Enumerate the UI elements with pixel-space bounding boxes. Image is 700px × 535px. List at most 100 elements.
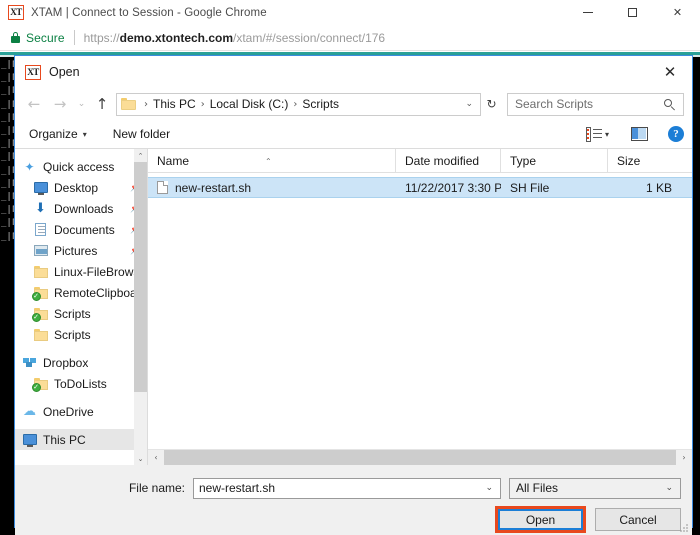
column-header-type[interactable]: Type	[501, 148, 608, 173]
sidebar-item-label: Linux-FileBrowse	[54, 264, 147, 279]
sidebar-item-label: Pictures	[54, 243, 98, 258]
dialog-navigation-bar: ← → ⌄ ↑ › This PC › Local Disk (C:) › Sc…	[15, 88, 692, 120]
hscroll-left-arrow-icon[interactable]: ‹	[148, 453, 164, 462]
sidebar-scroll-down-arrow-icon[interactable]: ⌄	[134, 452, 147, 465]
address-chevron-down-icon[interactable]: ⌄	[465, 99, 473, 109]
column-header-name-label: Name	[157, 153, 190, 168]
forward-arrow-icon[interactable]: →	[47, 91, 73, 117]
sidebar-item-downloads[interactable]: ⬇Downloads📌	[15, 198, 147, 219]
sidebar-item-label: Desktop	[54, 180, 99, 195]
close-window-button[interactable]: ✕	[655, 0, 700, 25]
toolbar-right-group: ▾ ?	[585, 126, 684, 142]
download-arrow-icon: ⬇	[35, 201, 46, 216]
monitor-icon	[21, 434, 38, 447]
xtam-favicon-titlebar: XT	[8, 5, 24, 20]
breadcrumb-item-0[interactable]: This PC	[153, 97, 196, 111]
column-header-name[interactable]: Name ⌃	[148, 148, 396, 173]
url-scheme: https://	[83, 30, 120, 45]
folder-icon	[32, 328, 49, 341]
sidebar-item-documents[interactable]: Documents📌	[15, 219, 147, 240]
sidebar-item-todolists[interactable]: ✓ ToDoLists	[15, 373, 147, 394]
hscroll-right-arrow-icon[interactable]: ›	[676, 453, 692, 462]
column-header-size[interactable]: Size	[608, 149, 681, 173]
picture-icon	[32, 245, 49, 256]
sidebar-item-this-pc[interactable]: This PC	[15, 429, 147, 450]
sidebar-item-remoteclipboar[interactable]: ✓ RemoteClipboar	[15, 282, 147, 303]
browser-address-bar[interactable]: Secure https://demo.xtontech.com/xtam/#/…	[0, 25, 700, 51]
filetype-chevron-down-icon: ⌄	[665, 483, 673, 493]
sidebar-item-scripts[interactable]: ✓ Scripts	[15, 303, 147, 324]
breadcrumb-item-1[interactable]: Local Disk (C:)	[210, 97, 289, 111]
sidebar-item-quick-access[interactable]: ✦ Quick access	[15, 156, 147, 177]
browser-title: XTAM | Connect to Session - Google Chrom…	[31, 6, 267, 19]
new-folder-label: New folder	[112, 127, 171, 141]
hscroll-thumb[interactable]	[164, 449, 676, 466]
sidebar-item-label: Quick access	[43, 159, 115, 174]
open-button[interactable]: Open	[498, 509, 583, 530]
document-icon	[32, 223, 49, 236]
pin-star-icon: ✦	[24, 159, 35, 174]
up-arrow-icon[interactable]: ↑	[90, 91, 114, 117]
search-placeholder: Search Scripts	[515, 97, 594, 111]
help-icon[interactable]: ?	[668, 126, 684, 142]
sidebar-item-dropbox[interactable]: Dropbox	[15, 352, 147, 373]
sidebar-item-pictures[interactable]: Pictures📌	[15, 240, 147, 261]
dialog-toolbar: Organize ▾ New folder ▾ ?	[15, 120, 692, 149]
cell-name: new-restart.sh	[148, 181, 396, 195]
file-name-label: new-restart.sh	[175, 180, 252, 195]
window-controls: ✕	[565, 0, 700, 25]
sidebar-item-desktop[interactable]: Desktop📌	[15, 177, 147, 198]
filename-input[interactable]: new-restart.sh ⌄	[193, 477, 501, 499]
dialog-favicon-text: XT	[27, 66, 39, 77]
organize-button[interactable]: Organize ▾	[27, 123, 89, 145]
table-row[interactable]: new-restart.sh 11/22/2017 3:30 PM SH File 1…	[148, 177, 692, 198]
filetype-select[interactable]: All Files ⌄	[509, 477, 681, 499]
breadcrumb-address-bar[interactable]: › This PC › Local Disk (C:) › Scripts ⌄	[116, 92, 481, 116]
file-list-horizontal-scrollbar[interactable]: ‹ ›	[148, 449, 692, 466]
sidebar-item-list: ✦ Quick access Desktop📌⬇Downloads📌Document…	[15, 156, 147, 450]
lock-icon	[11, 32, 20, 43]
url-host: demo.xtontech.com	[119, 30, 234, 45]
back-arrow-icon[interactable]: ←	[21, 91, 47, 117]
refresh-icon[interactable]: ↻	[481, 93, 503, 116]
organize-chevron-down-icon: ▾	[82, 129, 87, 139]
sidebar-scroll-thumb[interactable]	[134, 162, 147, 392]
view-mode-chevron-down-icon[interactable]: ▾	[605, 130, 609, 139]
breadcrumb-item-2[interactable]: Scripts	[302, 97, 339, 111]
preview-pane-icon[interactable]	[631, 127, 648, 141]
minimize-button[interactable]	[565, 0, 610, 25]
url-path: /xtam/#/session/connect/176	[233, 30, 386, 45]
sidebar-item-linux-filebrowse[interactable]: Linux-FileBrowse	[15, 261, 147, 282]
open-button-highlight: Open	[495, 506, 586, 533]
sidebar-item-label: RemoteClipboar	[54, 285, 141, 300]
dialog-title: Open	[49, 65, 80, 79]
dialog-titlebar: XT Open ✕	[15, 56, 692, 88]
recent-locations-chevron-down-icon[interactable]: ⌄	[73, 91, 90, 117]
view-mode-icon[interactable]	[585, 126, 603, 142]
sort-ascending-icon: ⌃	[265, 156, 272, 166]
folder-icon	[32, 265, 49, 278]
new-folder-button[interactable]: New folder	[111, 123, 172, 145]
file-list-column-headers: Name ⌃ Date modified Type Size	[148, 148, 692, 173]
filetype-value: All Files	[516, 481, 559, 495]
dropbox-icon	[21, 357, 38, 369]
maximize-button[interactable]	[610, 0, 655, 25]
cancel-button[interactable]: Cancel	[595, 508, 681, 531]
cell-date: 11/22/2017 3:30 PM	[405, 180, 501, 195]
sidebar-scroll-up-arrow-icon[interactable]: ⌃	[134, 149, 147, 162]
breadcrumb-separator-1: ›	[200, 98, 205, 110]
search-input[interactable]: Search Scripts	[507, 92, 684, 116]
column-header-date[interactable]: Date modified	[396, 148, 501, 173]
dialog-close-button[interactable]: ✕	[648, 56, 692, 87]
sidebar-item-scripts[interactable]: Scripts	[15, 324, 147, 345]
dialog-footer: File name: new-restart.sh ⌄ All Files ⌄ …	[15, 465, 692, 535]
sidebar-item-onedrive[interactable]: ☁ OneDrive	[15, 401, 147, 422]
security-status-label: Secure	[26, 30, 65, 45]
resize-grip-icon[interactable]	[680, 524, 689, 533]
cell-type: SH File	[510, 180, 550, 195]
organize-label: Organize	[29, 127, 78, 141]
filename-chevron-down-icon[interactable]: ⌄	[485, 483, 493, 493]
sidebar-scrollbar[interactable]: ⌃ ⌄	[134, 149, 147, 465]
